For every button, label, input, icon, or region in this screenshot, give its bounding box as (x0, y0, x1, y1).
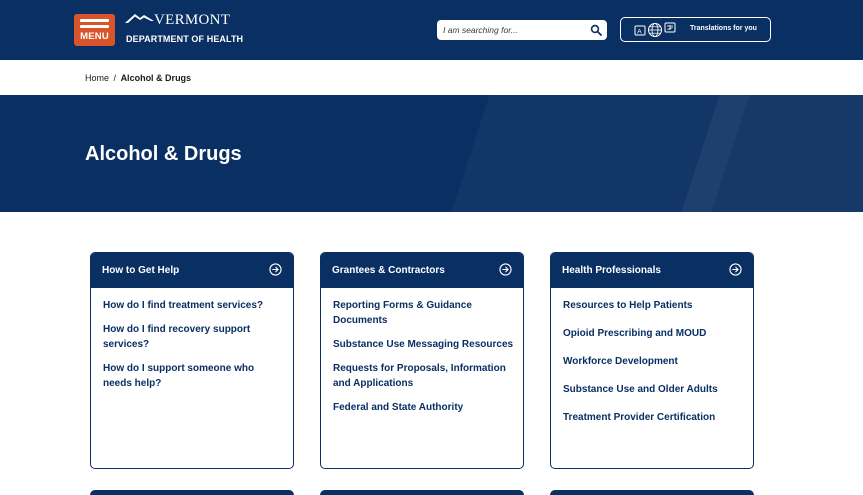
link-find-treatment-services[interactable]: How do I find treatment services? (103, 298, 285, 313)
list-item: Workforce Development (563, 354, 745, 369)
hamburger-icon-bar (80, 25, 109, 28)
link-resources-help-patients[interactable]: Resources to Help Patients (563, 298, 745, 313)
list-item: Resources to Help Patients (563, 298, 745, 313)
vermont-health-logo[interactable]: VERMONT DEPARTMENT OF HEALTH (125, 11, 255, 47)
menu-label: MENU (80, 31, 109, 42)
list-item: Substance Use Messaging Resources (333, 337, 515, 352)
list-item: Substance Use and Older Adults (563, 382, 745, 397)
list-item: Treatment Provider Certification (563, 410, 745, 425)
link-support-someone[interactable]: How do I support someone who needs help? (103, 361, 285, 391)
site-header: MENU VERMONT DEPARTMENT OF HEALTH A (0, 0, 863, 60)
breadcrumb: Home / Alcohol & Drugs (85, 73, 191, 83)
logo-state-name: VERMONT (154, 12, 231, 28)
search-input[interactable] (443, 23, 583, 37)
list-item: How do I find recovery support services? (103, 322, 285, 352)
card-link-list: Resources to Help Patients Opioid Prescr… (563, 298, 745, 438)
card-header[interactable]: Health Professionals (551, 253, 753, 288)
card-title: Health Professionals (562, 265, 661, 276)
breadcrumb-home-link[interactable]: Home (85, 73, 109, 83)
card-next-row[interactable] (320, 490, 524, 495)
translations-button[interactable]: A Translations for you (620, 17, 771, 42)
arrow-circle-right-icon[interactable] (269, 263, 282, 276)
page-title: Alcohol & Drugs (85, 143, 242, 165)
translate-icon: A (634, 22, 676, 37)
mountain-logo-icon (125, 14, 154, 23)
breadcrumb-current: Alcohol & Drugs (120, 73, 192, 83)
list-item: Opioid Prescribing and MOUD (563, 326, 745, 341)
card-next-row[interactable] (90, 490, 294, 495)
link-federal-state-authority[interactable]: Federal and State Authority (333, 400, 515, 415)
svg-text:A: A (637, 29, 642, 36)
link-workforce-development[interactable]: Workforce Development (563, 354, 745, 369)
list-item: How do I support someone who needs help? (103, 361, 285, 391)
arrow-circle-right-icon[interactable] (729, 263, 742, 276)
card-health-professionals: Health Professionals Resources to Help P… (550, 252, 754, 469)
card-title: Grantees & Contractors (332, 265, 445, 276)
arrow-circle-right-icon[interactable] (499, 263, 512, 276)
hamburger-icon (80, 19, 109, 22)
card-next-row[interactable] (550, 490, 754, 495)
card-header[interactable]: How to Get Help (91, 253, 293, 288)
site-search (437, 20, 607, 40)
card-grantees-contractors: Grantees & Contractors Reporting Forms &… (320, 252, 524, 469)
translations-label: Translations for you (690, 25, 757, 32)
card-link-list: Reporting Forms & Guidance Documents Sub… (333, 298, 515, 424)
list-item: How do I find treatment services? (103, 298, 285, 313)
link-reporting-forms[interactable]: Reporting Forms & Guidance Documents (333, 298, 515, 328)
card-how-to-get-help: How to Get Help How do I find treatment … (90, 252, 294, 469)
link-opioid-prescribing[interactable]: Opioid Prescribing and MOUD (563, 326, 745, 341)
link-older-adults[interactable]: Substance Use and Older Adults (563, 382, 745, 397)
list-item: Requests for Proposals, Information and … (333, 361, 515, 391)
link-requests-for-proposals[interactable]: Requests for Proposals, Information and … (333, 361, 515, 391)
link-messaging-resources[interactable]: Substance Use Messaging Resources (333, 337, 515, 352)
card-title: How to Get Help (102, 265, 180, 276)
card-link-list: How do I find treatment services? How do… (103, 298, 285, 400)
search-icon[interactable] (590, 24, 602, 36)
list-item: Reporting Forms & Guidance Documents (333, 298, 515, 328)
logo-department-name: DEPARTMENT OF HEALTH (126, 34, 244, 44)
card-header[interactable]: Grantees & Contractors (321, 253, 523, 288)
list-item: Federal and State Authority (333, 400, 515, 415)
breadcrumb-separator: / (113, 73, 117, 83)
link-find-recovery-support[interactable]: How do I find recovery support services? (103, 322, 285, 352)
link-provider-certification[interactable]: Treatment Provider Certification (563, 410, 745, 425)
hero-banner: Alcohol & Drugs (0, 95, 863, 212)
menu-button[interactable]: MENU (74, 14, 115, 46)
